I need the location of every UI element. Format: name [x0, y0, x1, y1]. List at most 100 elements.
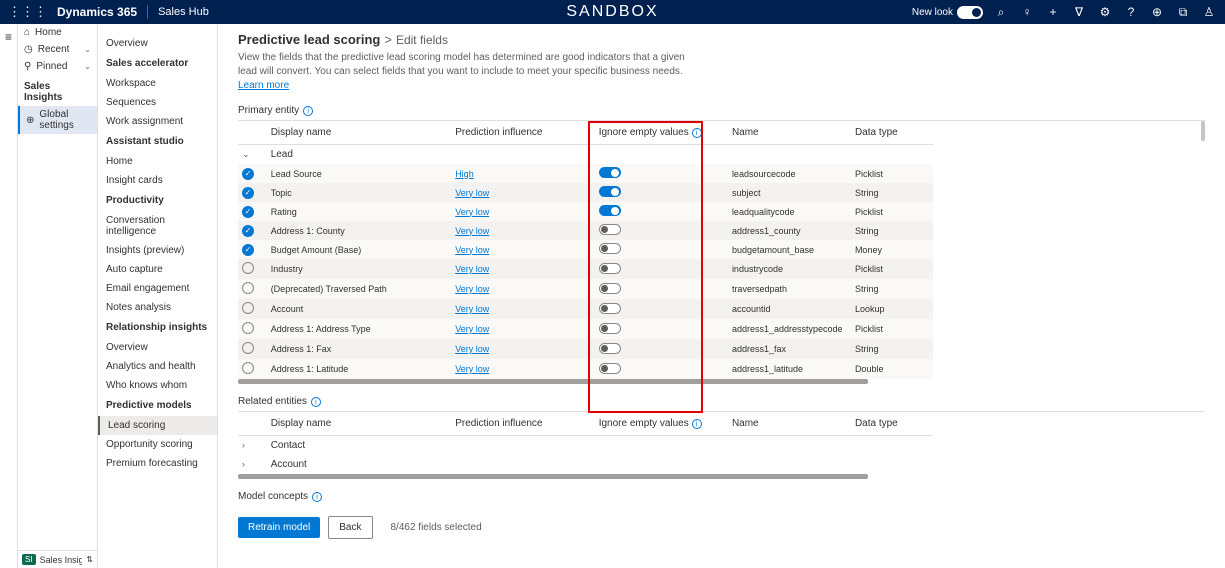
checkbox-unchecked-icon[interactable]: [242, 302, 254, 314]
info-icon[interactable]: i: [303, 106, 313, 116]
table-row[interactable]: Address 1: LatitudeVery lowaddress1_lati…: [238, 359, 933, 379]
subnav-item[interactable]: Sequences: [98, 93, 217, 112]
subnav-item[interactable]: Insights (preview): [98, 241, 217, 260]
scrollbar-vertical[interactable]: [1201, 121, 1205, 141]
influence-link[interactable]: Very low: [455, 188, 489, 198]
info-icon[interactable]: i: [692, 419, 702, 429]
checkbox-unchecked-icon[interactable]: [242, 362, 254, 374]
chevron-right-icon[interactable]: ›: [242, 440, 245, 450]
entity-row-contact[interactable]: › Contact: [238, 436, 933, 456]
table-row[interactable]: ✓Lead SourceHighleadsourcecodePicklist: [238, 164, 933, 183]
checkbox-unchecked-icon[interactable]: [242, 262, 254, 274]
info-icon[interactable]: i: [311, 397, 321, 407]
influence-link[interactable]: Very low: [455, 364, 489, 374]
influence-link[interactable]: Very low: [455, 245, 489, 255]
ignore-toggle[interactable]: [599, 186, 621, 197]
ignore-toggle[interactable]: [599, 243, 621, 254]
ignore-toggle[interactable]: [599, 363, 621, 374]
subnav-item[interactable]: Premium forecasting: [98, 454, 217, 473]
table-row[interactable]: (Deprecated) Traversed PathVery lowtrave…: [238, 279, 933, 299]
table-row[interactable]: ✓Address 1: CountyVery lowaddress1_count…: [238, 221, 933, 240]
influence-link[interactable]: Very low: [455, 344, 489, 354]
info-icon[interactable]: i: [692, 128, 702, 138]
hamburger-icon[interactable]: ≡: [5, 30, 12, 44]
nav-recent[interactable]: ◷Recent⌄: [18, 41, 97, 58]
subnav-item[interactable]: Workspace: [98, 74, 217, 93]
person-icon[interactable]: ♙: [1201, 4, 1217, 20]
table-row[interactable]: Address 1: FaxVery lowaddress1_faxString: [238, 339, 933, 359]
checkbox-checked-icon[interactable]: ✓: [242, 206, 254, 218]
subnav-item[interactable]: Notes analysis: [98, 298, 217, 317]
checkbox-unchecked-icon[interactable]: [242, 282, 254, 294]
ignore-toggle[interactable]: [599, 343, 621, 354]
checkbox-checked-icon[interactable]: ✓: [242, 187, 254, 199]
influence-link[interactable]: Very low: [455, 324, 489, 334]
checkbox-checked-icon[interactable]: ✓: [242, 244, 254, 256]
subnav-item[interactable]: Work assignment: [98, 112, 217, 131]
entity-row-lead[interactable]: ⌄ Lead: [238, 145, 933, 165]
lightbulb-icon[interactable]: ♀: [1019, 4, 1035, 20]
subnav-item[interactable]: Home: [98, 152, 217, 171]
subnav-item[interactable]: Conversation intelligence: [98, 211, 217, 241]
table-row[interactable]: ✓RatingVery lowleadqualitycodePicklist: [238, 202, 933, 221]
chevron-down-icon[interactable]: ⌄: [242, 149, 250, 159]
table-row[interactable]: ✓Budget Amount (Base)Very lowbudgetamoun…: [238, 240, 933, 259]
influence-link[interactable]: Very low: [455, 207, 489, 217]
table-row[interactable]: ✓TopicVery lowsubjectString: [238, 183, 933, 202]
subnav-item[interactable]: Email engagement: [98, 279, 217, 298]
subnav-item[interactable]: Auto capture: [98, 260, 217, 279]
entity-row-account[interactable]: › Account: [238, 455, 933, 474]
table-row[interactable]: Address 1: Address TypeVery lowaddress1_…: [238, 319, 933, 339]
scrollbar-horizontal[interactable]: [238, 474, 868, 479]
subnav-item[interactable]: Lead scoring: [98, 416, 217, 435]
gear-icon[interactable]: ⚙: [1097, 4, 1113, 20]
subnav-item[interactable]: Insight cards: [98, 171, 217, 190]
learn-more-link[interactable]: Learn more: [238, 80, 289, 91]
plus-icon[interactable]: +: [1045, 4, 1061, 20]
globe-icon[interactable]: ⊕: [1149, 4, 1165, 20]
info-icon[interactable]: i: [312, 492, 322, 502]
col-data-type[interactable]: Data type: [851, 412, 933, 436]
nav-home[interactable]: ⌂Home: [18, 24, 97, 41]
chevron-right-icon[interactable]: ›: [242, 459, 245, 469]
col-prediction-influence[interactable]: Prediction influence: [451, 121, 595, 145]
scrollbar-horizontal[interactable]: [238, 379, 868, 384]
ignore-toggle[interactable]: [599, 224, 621, 235]
ignore-toggle[interactable]: [599, 167, 621, 178]
influence-link[interactable]: Very low: [455, 264, 489, 274]
table-row[interactable]: AccountVery lowaccountidLookup: [238, 299, 933, 319]
col-display-name[interactable]: Display name: [267, 121, 452, 145]
influence-link[interactable]: High: [455, 169, 474, 179]
col-name[interactable]: Name: [728, 412, 851, 436]
nav-footer[interactable]: SI Sales Insights sett... ⇅: [18, 550, 97, 568]
influence-link[interactable]: Very low: [455, 284, 489, 294]
col-name[interactable]: Name: [728, 121, 851, 145]
ignore-toggle[interactable]: [599, 263, 621, 274]
checkbox-checked-icon[interactable]: ✓: [242, 225, 254, 237]
influence-link[interactable]: Very low: [455, 226, 489, 236]
ignore-toggle[interactable]: [599, 323, 621, 334]
checkbox-unchecked-icon[interactable]: [242, 322, 254, 334]
nav-globalsettings[interactable]: ⊕Global settings: [18, 106, 97, 134]
checkbox-unchecked-icon[interactable]: [242, 342, 254, 354]
nav-pinned[interactable]: ⚲Pinned⌄: [18, 58, 97, 75]
subnav-item[interactable]: Analytics and health: [98, 357, 217, 376]
checkbox-checked-icon[interactable]: ✓: [242, 168, 254, 180]
search-icon[interactable]: ⌕: [993, 4, 1009, 20]
influence-link[interactable]: Very low: [455, 304, 489, 314]
subnav-item[interactable]: Overview: [98, 34, 217, 53]
subnav-item[interactable]: Who knows whom: [98, 376, 217, 395]
col-data-type[interactable]: Data type: [851, 121, 933, 145]
table-row[interactable]: IndustryVery lowindustrycodePicklist: [238, 259, 933, 279]
screen-icon[interactable]: ⧉: [1175, 4, 1191, 20]
col-display-name[interactable]: Display name: [267, 412, 452, 436]
filter-icon[interactable]: ∇: [1071, 4, 1087, 20]
new-look-toggle[interactable]: New look: [912, 6, 983, 19]
ignore-toggle[interactable]: [599, 303, 621, 314]
subnav-item[interactable]: Overview: [98, 338, 217, 357]
col-prediction-influence[interactable]: Prediction influence: [451, 412, 595, 436]
app-launcher-icon[interactable]: ⋮⋮⋮: [8, 4, 47, 20]
subnav-item[interactable]: Opportunity scoring: [98, 435, 217, 454]
back-button[interactable]: Back: [328, 516, 372, 539]
ignore-toggle[interactable]: [599, 283, 621, 294]
